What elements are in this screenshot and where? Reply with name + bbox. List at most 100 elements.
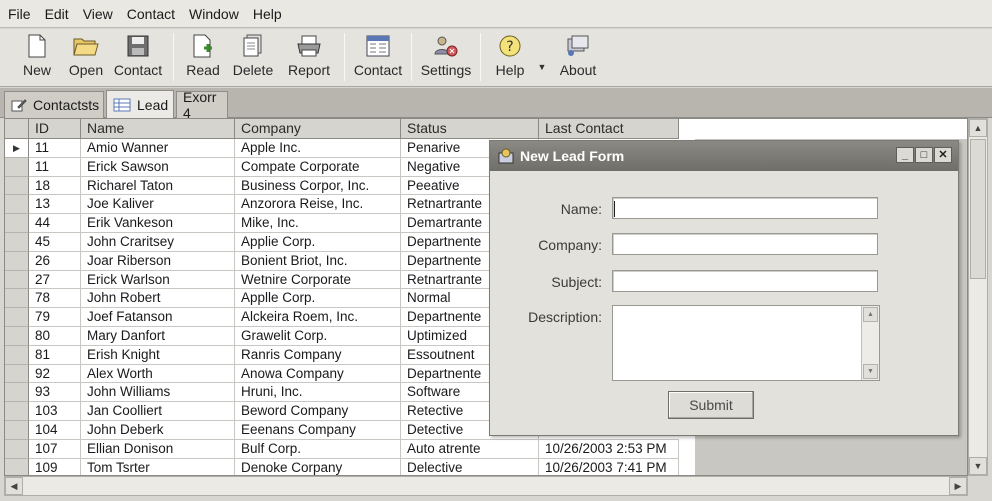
column-header-id[interactable]: ID xyxy=(29,119,81,139)
cell-name[interactable]: Alex Worth xyxy=(81,364,235,384)
cell-company[interactable]: Applle Corp. xyxy=(235,289,401,309)
menu-window[interactable]: Window xyxy=(187,4,241,24)
cell-name[interactable]: Amio Wanner xyxy=(81,139,235,158)
cell-id[interactable]: 93 xyxy=(29,383,81,403)
cell-company[interactable]: Hruni, Inc. xyxy=(235,383,401,403)
cell-company[interactable]: Compate Corporate xyxy=(235,157,401,177)
tab-exorr-4[interactable]: Exorr 4 xyxy=(176,89,228,121)
new-button[interactable]: New xyxy=(12,29,62,83)
cell-id[interactable]: 103 xyxy=(29,402,81,421)
cell-company[interactable]: Ranris Company xyxy=(235,345,401,365)
cell-last-contact[interactable]: 10/26/2003 2:53 PM xyxy=(539,439,679,459)
menu-file[interactable]: File xyxy=(6,4,33,24)
cell-name[interactable]: Richarel Taton xyxy=(81,176,235,196)
cell-name[interactable]: Erik Vankeson xyxy=(81,214,235,233)
cell-id[interactable]: 81 xyxy=(29,345,81,365)
cell-id[interactable]: 26 xyxy=(29,251,81,271)
cell-id[interactable]: 92 xyxy=(29,364,81,384)
report-button[interactable]: Report xyxy=(281,29,337,83)
scroll-up-icon[interactable]: ▲ xyxy=(969,119,987,137)
column-header-status[interactable]: Status xyxy=(401,119,539,139)
row-selector[interactable] xyxy=(5,289,29,309)
menu-help[interactable]: Help xyxy=(251,4,284,24)
scroll-up-icon[interactable]: ▲ xyxy=(863,307,878,322)
column-header-last-contact[interactable]: Last Contact xyxy=(539,119,679,139)
description-field[interactable] xyxy=(613,306,861,380)
cell-company[interactable]: Bonient Briot, Inc. xyxy=(235,251,401,271)
cell-name[interactable]: Joef Fatanson xyxy=(81,308,235,327)
cell-id[interactable]: 78 xyxy=(29,289,81,309)
cell-name[interactable]: Erish Knight xyxy=(81,345,235,365)
cell-name[interactable]: Ellian Donison xyxy=(81,439,235,459)
cell-id[interactable]: 109 xyxy=(29,458,81,475)
cell-id[interactable]: 80 xyxy=(29,326,81,346)
maximize-icon[interactable]: □ xyxy=(915,147,933,163)
cell-name[interactable]: John Craritsey xyxy=(81,232,235,252)
cell-id[interactable]: 45 xyxy=(29,232,81,252)
tab-lead[interactable]: Lead xyxy=(106,90,174,118)
cell-id[interactable]: 18 xyxy=(29,176,81,196)
cell-company[interactable]: Mike, Inc. xyxy=(235,214,401,233)
delete-button[interactable]: Delete xyxy=(225,29,281,83)
close-icon[interactable]: ✕ xyxy=(934,147,952,163)
cell-company[interactable]: Beword Company xyxy=(235,402,401,421)
dialog-title-bar[interactable]: New Lead Form _ □ ✕ xyxy=(490,141,958,171)
row-selector[interactable] xyxy=(5,364,29,384)
cell-id[interactable]: 13 xyxy=(29,195,81,215)
settings-button[interactable]: Settings xyxy=(419,29,473,83)
cell-name[interactable]: John Williams xyxy=(81,383,235,403)
cell-name[interactable]: Tom Tsrter xyxy=(81,458,235,475)
contact-button[interactable]: Contact xyxy=(352,29,404,83)
cell-name[interactable]: Erick Sawson xyxy=(81,157,235,177)
row-selector[interactable]: ▶ xyxy=(5,139,29,158)
open-button[interactable]: Open xyxy=(62,29,110,83)
horizontal-scrollbar[interactable]: ◀ ▶ xyxy=(4,476,968,496)
row-selector[interactable] xyxy=(5,270,29,290)
row-selector[interactable] xyxy=(5,420,29,440)
row-selector[interactable] xyxy=(5,251,29,271)
read-button[interactable]: Read xyxy=(181,29,225,83)
description-scrollbar[interactable]: ▲ ▼ xyxy=(861,306,879,380)
submit-button[interactable]: Submit xyxy=(668,391,754,419)
scroll-left-icon[interactable]: ◀ xyxy=(5,477,23,495)
cell-name[interactable]: Mary Danfort xyxy=(81,326,235,346)
cell-name[interactable]: Joar Riberson xyxy=(81,251,235,271)
cell-company[interactable]: Applie Corp. xyxy=(235,232,401,252)
cell-company[interactable]: Grawelit Corp. xyxy=(235,326,401,346)
cell-status[interactable]: Auto atrente xyxy=(401,439,539,459)
row-selector[interactable] xyxy=(5,176,29,196)
vertical-scrollbar[interactable]: ▲ ▼ xyxy=(968,118,988,476)
cell-company[interactable]: Alckeira Roem, Inc. xyxy=(235,308,401,327)
cell-company[interactable]: Business Corpor, Inc. xyxy=(235,176,401,196)
column-header-name[interactable]: Name xyxy=(81,119,235,139)
cell-company[interactable]: Eeenans Company xyxy=(235,420,401,440)
subject-field[interactable] xyxy=(612,270,878,292)
tab-contacts[interactable]: Contactsts xyxy=(4,91,104,118)
cell-status[interactable]: Delective xyxy=(401,458,539,475)
cell-id[interactable]: 104 xyxy=(29,420,81,440)
cell-id[interactable]: 11 xyxy=(29,139,81,158)
cell-name[interactable]: John Deberk xyxy=(81,420,235,440)
vertical-scroll-thumb[interactable] xyxy=(970,139,986,279)
cell-name[interactable]: John Robert xyxy=(81,289,235,309)
scroll-down-icon[interactable]: ▼ xyxy=(863,364,878,379)
cell-company[interactable]: Apple Inc. xyxy=(235,139,401,158)
cell-last-contact[interactable]: 10/26/2003 7:41 PM xyxy=(539,458,679,475)
company-field[interactable] xyxy=(612,233,878,255)
row-selector[interactable] xyxy=(5,439,29,459)
menu-contact[interactable]: Contact xyxy=(125,4,177,24)
menu-edit[interactable]: Edit xyxy=(43,4,71,24)
cell-id[interactable]: 11 xyxy=(29,157,81,177)
row-selector[interactable] xyxy=(5,402,29,421)
cell-id[interactable]: 79 xyxy=(29,308,81,327)
help-dropdown-arrow[interactable]: ▼ xyxy=(532,29,552,83)
cell-name[interactable]: Joe Kaliver xyxy=(81,195,235,215)
name-field[interactable] xyxy=(612,197,878,219)
cell-id[interactable]: 27 xyxy=(29,270,81,290)
cell-name[interactable]: Erick Warlson xyxy=(81,270,235,290)
cell-name[interactable]: Jan Coolliert xyxy=(81,402,235,421)
cell-id[interactable]: 44 xyxy=(29,214,81,233)
row-selector[interactable] xyxy=(5,232,29,252)
row-selector[interactable] xyxy=(5,157,29,177)
row-selector[interactable] xyxy=(5,308,29,327)
